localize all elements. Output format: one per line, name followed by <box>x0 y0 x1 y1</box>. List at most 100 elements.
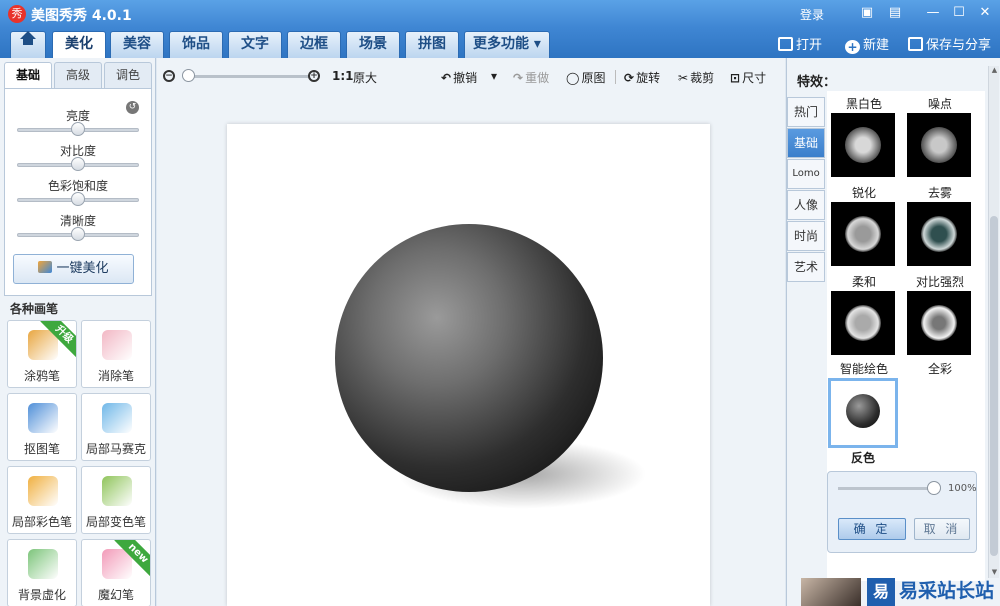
open-label: 打开 <box>796 38 823 53</box>
original-image-button[interactable]: ◯ 原图 <box>566 69 605 86</box>
pen-nib-icon <box>28 403 58 433</box>
rotate-label: 旋转 <box>636 71 661 85</box>
slider-knob[interactable] <box>71 157 85 171</box>
effect-thumb-dehaze[interactable] <box>907 202 971 266</box>
slider-knob[interactable] <box>71 227 85 241</box>
effect-category-fashion[interactable]: 时尚 <box>787 221 825 251</box>
effects-scrollbar[interactable]: ▲ ▼ <box>988 66 999 578</box>
edit-toolbar: − + 1:1 原大 ↶ 撤销 ▾ ↷ 重做 ◯ 原图 ⟳ 旋转 ✂ 裁剪 ⊡ 尺寸 <box>157 58 785 94</box>
paint-brush-icon <box>28 476 58 506</box>
canvas-area <box>157 94 785 606</box>
strength-slider-knob[interactable] <box>927 481 941 495</box>
sphere-image <box>335 224 603 492</box>
app-logo: 秀 <box>8 5 26 23</box>
effect-category-basic[interactable]: 基础 <box>787 128 825 158</box>
new-label: 新建 <box>863 38 890 53</box>
tab-home[interactable] <box>10 31 46 58</box>
subtab-advanced[interactable]: 高级 <box>54 62 102 89</box>
tool-background-blur[interactable]: 背景虚化 <box>7 539 77 606</box>
tool-mosaic[interactable]: 局部马赛克 <box>81 393 151 461</box>
tool-cutout-pen[interactable]: 抠图笔 <box>7 393 77 461</box>
undo-button[interactable]: ↶ 撤销 <box>441 69 477 86</box>
watermark-text: 易采站长站 <box>899 580 995 602</box>
zoom-slider-knob[interactable] <box>182 69 195 82</box>
save-label: 保存与分享 <box>926 38 992 53</box>
redo-label: 重做 <box>525 71 550 85</box>
effect-thumb-sharpen[interactable] <box>831 202 895 266</box>
photo-canvas[interactable] <box>227 124 710 606</box>
minimize-icon[interactable]: — <box>924 4 942 22</box>
tab-accessories[interactable]: 饰品 <box>169 31 223 58</box>
one-key-beautify-button[interactable]: 一键美化 <box>13 254 134 284</box>
left-panel: 基础 高级 调色 ↺ 亮度 对比度 色彩饱和度 清晰度 一键美化 各种画笔 涂鸦… <box>0 58 156 606</box>
tab-beauty[interactable]: 美容 <box>110 31 164 58</box>
tab-scene[interactable]: 场景 <box>346 31 400 58</box>
tool-label: 局部彩色笔 <box>11 515 72 529</box>
tab-frame[interactable]: 边框 <box>287 31 341 58</box>
crop-label: 裁剪 <box>690 71 715 85</box>
cancel-button[interactable]: 取 消 <box>914 518 970 540</box>
effect-category-lomo[interactable]: Lomo <box>787 159 825 189</box>
strength-slider-track[interactable] <box>838 487 934 490</box>
redo-icon: ↷ <box>513 71 524 85</box>
contrast-slider: 对比度 <box>5 142 151 176</box>
skin-icon[interactable]: ▤ <box>886 4 904 22</box>
chat-icon[interactable]: ▣ <box>858 4 876 22</box>
resize-button[interactable]: ⊡ 尺寸 <box>730 69 766 86</box>
ratio-1-1-button[interactable]: 1:1 <box>332 69 354 83</box>
tool-local-color-pen[interactable]: 局部彩色笔 <box>7 466 77 534</box>
effect-label-selected: 反色 <box>850 451 875 465</box>
maximize-icon[interactable]: ☐ <box>950 4 968 22</box>
effect-label: 柔和 <box>851 275 876 289</box>
effect-category-portrait[interactable]: 人像 <box>787 190 825 220</box>
effect-category-art[interactable]: 艺术 <box>787 252 825 282</box>
tool-label: 局部变色笔 <box>85 515 146 529</box>
tool-label: 局部马赛克 <box>85 442 146 456</box>
rotate-button[interactable]: ⟳ 旋转 <box>624 69 660 86</box>
original-label: 原图 <box>581 71 606 85</box>
tab-collage[interactable]: 拼图 <box>405 31 459 58</box>
tool-doodle-pen[interactable]: 涂鸦笔 升级 <box>7 320 77 388</box>
close-icon[interactable]: ✕ <box>976 4 994 22</box>
subtab-basic[interactable]: 基础 <box>4 62 52 89</box>
effect-thumb-invert-selected[interactable] <box>828 378 898 448</box>
undo-icon: ↶ <box>441 71 452 85</box>
tool-label: 背景虚化 <box>17 588 66 602</box>
zoom-out-icon[interactable]: − <box>163 70 175 82</box>
tool-local-recolor-pen[interactable]: 局部变色笔 <box>81 466 151 534</box>
crop-button[interactable]: ✂ 裁剪 <box>678 69 714 86</box>
effect-thumb-soft[interactable] <box>831 291 895 355</box>
effect-thumb-high-contrast[interactable] <box>907 291 971 355</box>
effect-strength-box: 100% 确 定 取 消 <box>827 471 977 553</box>
tab-text[interactable]: 文字 <box>228 31 282 58</box>
effect-thumb-black-white[interactable] <box>831 113 895 177</box>
plus-icon: + <box>845 40 860 54</box>
save-share-button[interactable]: 保存与分享 <box>908 34 991 53</box>
effect-thumb-noise[interactable] <box>907 113 971 177</box>
slider-knob[interactable] <box>71 122 85 136</box>
zoom-in-icon[interactable]: + <box>308 70 320 82</box>
slider-knob[interactable] <box>71 192 85 206</box>
original-size-button[interactable]: 原大 <box>353 69 377 86</box>
tab-more-features[interactable]: 更多功能 ▾ <box>464 31 550 58</box>
tab-beautify[interactable]: 美化 <box>52 31 106 58</box>
subtab-color[interactable]: 调色 <box>104 62 152 89</box>
scroll-thumb[interactable] <box>990 216 998 556</box>
new-button[interactable]: + 新建 <box>845 34 889 54</box>
effects-title: 特效： <box>797 75 837 90</box>
rotate-icon: ⟳ <box>624 71 635 85</box>
main-tab-bar: 美化 美容 饰品 文字 边框 场景 拼图 更多功能 ▾ 打开 + 新建 保存与分享 <box>0 28 1000 58</box>
effect-label: 全彩 <box>927 362 952 376</box>
login-link[interactable]: 登录 <box>800 6 824 23</box>
tool-eraser-pen[interactable]: 消除笔 <box>81 320 151 388</box>
confirm-button[interactable]: 确 定 <box>838 518 906 540</box>
scroll-up-icon[interactable]: ▲ <box>990 66 999 75</box>
zoom-slider-track[interactable] <box>188 75 310 78</box>
folder-icon <box>778 37 793 51</box>
effect-category-hot[interactable]: 热门 <box>787 97 825 127</box>
tool-magic-pen[interactable]: 魔幻笔 new <box>81 539 151 606</box>
redo-button[interactable]: ↷ 重做 <box>513 69 549 86</box>
strength-value: 100% <box>948 483 977 494</box>
open-button[interactable]: 打开 <box>778 34 822 53</box>
undo-dropdown[interactable]: ▾ <box>491 69 497 83</box>
